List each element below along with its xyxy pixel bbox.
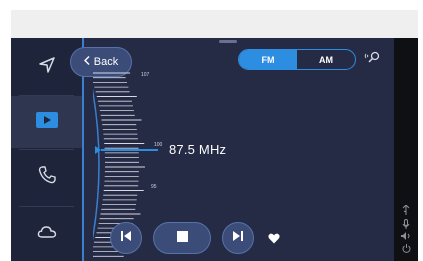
next-button[interactable] (222, 222, 254, 254)
search-stations-icon (364, 51, 382, 69)
cloud-icon (37, 225, 57, 244)
skip-previous-icon (120, 229, 132, 247)
skip-next-icon (232, 229, 244, 247)
stop-icon (176, 229, 188, 247)
sidebar-item-phone[interactable] (11, 151, 82, 203)
device-top-bezel (11, 10, 418, 38)
phone-icon (37, 165, 57, 190)
usb-icon (399, 205, 413, 215)
volume-icon (399, 231, 413, 241)
band-fm-button[interactable]: FM (239, 50, 297, 69)
heart-icon (268, 231, 280, 248)
frequency-display: 87.5 MHz (169, 142, 227, 157)
scale-label-top: 107 (141, 72, 150, 78)
stop-button[interactable] (153, 222, 211, 254)
band-toggle: FM AM (238, 49, 356, 70)
band-am-button[interactable]: AM (297, 50, 355, 69)
mic-icon (399, 219, 413, 229)
power-icon (399, 243, 413, 253)
previous-button[interactable] (110, 222, 142, 254)
station-search-button[interactable] (364, 51, 382, 67)
sidebar-item-cloud[interactable] (11, 208, 82, 260)
navigation-arrow-icon (37, 55, 57, 80)
back-button-label: Back (93, 56, 119, 68)
sidebar-divider (19, 206, 74, 207)
infotainment-screen: Back FM AM 107 100 95 87.5 MHz (11, 38, 394, 261)
scale-label-lower: 95 (151, 184, 157, 190)
sidebar-divider (19, 149, 74, 150)
favorite-button[interactable] (268, 231, 280, 244)
sidebar-item-media[interactable] (11, 96, 82, 148)
scale-label-middle: 100 (154, 142, 163, 148)
media-play-icon (35, 111, 58, 133)
drag-handle[interactable] (219, 40, 237, 43)
chevron-left-icon (83, 56, 90, 68)
